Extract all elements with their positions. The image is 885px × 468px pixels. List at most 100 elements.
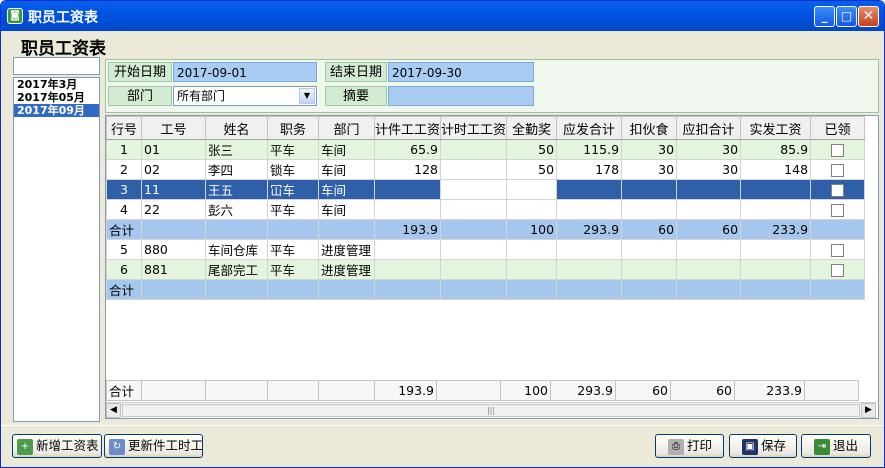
received-cell[interactable] (810, 259, 866, 280)
scroll-right-button[interactable]: ▶ (861, 403, 876, 418)
table-cell[interactable]: 100 (506, 219, 558, 240)
column-header[interactable]: 工号 (141, 116, 206, 140)
table-row[interactable]: 3 11 王五 冚车 车间 (106, 179, 866, 200)
dept-select[interactable]: 所有部门 ▼ (173, 86, 317, 106)
table-cell[interactable]: 车间 (318, 199, 375, 220)
table-cell[interactable]: 李四 (205, 159, 268, 180)
table-cell[interactable] (141, 219, 206, 240)
table-cell[interactable] (676, 239, 742, 260)
table-cell[interactable] (506, 279, 558, 300)
table-cell[interactable] (373, 259, 442, 280)
table-cell[interactable] (621, 199, 678, 220)
table-cell[interactable]: 平车 (267, 239, 319, 260)
table-cell[interactable]: 30 (676, 139, 742, 160)
table-cell[interactable]: 128 (373, 159, 442, 180)
summary-field[interactable] (388, 86, 534, 106)
received-checkbox[interactable] (831, 184, 845, 197)
table-cell[interactable] (440, 279, 508, 300)
table-cell[interactable] (373, 279, 442, 300)
table-cell[interactable]: 50 (506, 159, 558, 180)
table-cell[interactable]: 85.9 (740, 139, 812, 160)
table-cell[interactable]: 锁车 (267, 159, 319, 180)
table-cell[interactable] (440, 159, 508, 180)
received-cell[interactable] (810, 179, 866, 200)
table-cell[interactable]: 11 (141, 179, 206, 200)
column-header[interactable]: 应发合计 (556, 116, 623, 140)
table-cell[interactable]: 60 (676, 219, 742, 240)
table-cell[interactable]: 1 (106, 139, 142, 160)
table-cell[interactable]: 148 (740, 159, 812, 180)
scroll-thumb[interactable]: ||| (122, 404, 860, 417)
table-cell[interactable]: 车间 (318, 179, 375, 200)
received-checkbox[interactable] (831, 204, 845, 217)
received-cell[interactable] (810, 199, 866, 220)
table-cell[interactable]: 车间 (318, 159, 375, 180)
table-row[interactable]: 1 01 张三 平车 车间 65.9 50 115.9 30 30 85.9 (106, 139, 866, 160)
save-button[interactable]: ▣ 保存 (729, 434, 797, 458)
table-cell[interactable] (621, 279, 678, 300)
received-cell[interactable] (810, 239, 866, 260)
column-header[interactable]: 实发工资 (740, 116, 812, 140)
table-cell[interactable]: 65.9 (373, 139, 442, 160)
table-cell[interactable] (556, 199, 623, 220)
table-cell[interactable]: 193.9 (373, 219, 442, 240)
table-cell[interactable]: 合计 (106, 219, 142, 240)
table-cell[interactable]: 车间 (318, 139, 375, 160)
month-search-box[interactable] (13, 57, 100, 75)
add-salary-sheet-button[interactable]: + 新增工资表 (12, 434, 102, 458)
table-cell[interactable]: 30 (621, 159, 678, 180)
table-cell[interactable] (506, 179, 558, 200)
table-cell[interactable]: 进度管理 (318, 259, 375, 280)
table-cell[interactable] (318, 279, 375, 300)
column-header[interactable]: 已领 (810, 116, 866, 140)
table-cell[interactable] (676, 259, 742, 280)
table-cell[interactable] (621, 259, 678, 280)
received-cell[interactable] (810, 159, 866, 180)
table-cell[interactable]: 4 (106, 199, 142, 220)
table-cell[interactable] (506, 199, 558, 220)
table-cell[interactable]: 平车 (267, 259, 319, 280)
table-cell[interactable]: 合计 (106, 279, 142, 300)
update-piecework-button[interactable]: ↻ 更新件工时工 (104, 434, 203, 458)
table-cell[interactable] (440, 259, 508, 280)
table-cell[interactable] (556, 239, 623, 260)
table-row[interactable]: 6 881 尾部完工 平车 进度管理 (106, 259, 866, 280)
table-cell[interactable] (676, 199, 742, 220)
print-button[interactable]: ⎙ 打印 (655, 434, 724, 458)
table-cell[interactable] (740, 259, 812, 280)
month-item[interactable]: 2017年05月 (14, 91, 99, 104)
column-header[interactable]: 计时工工资 (440, 116, 508, 140)
received-checkbox[interactable] (831, 264, 845, 277)
table-cell[interactable] (373, 179, 442, 200)
table-cell[interactable]: 车间仓库 (205, 239, 268, 260)
end-date-field[interactable]: 2017-09-30 (388, 62, 534, 82)
table-cell[interactable] (318, 219, 375, 240)
close-button[interactable]: ✕ (858, 6, 879, 27)
received-checkbox[interactable] (831, 164, 845, 177)
table-cell[interactable] (621, 179, 678, 200)
received-cell[interactable] (810, 219, 866, 240)
maximize-button[interactable]: □ (836, 6, 857, 27)
table-cell[interactable] (205, 219, 268, 240)
table-cell[interactable] (740, 279, 812, 300)
column-header[interactable]: 姓名 (205, 116, 268, 140)
table-cell[interactable] (740, 199, 812, 220)
subtotal-row[interactable]: 合计 (106, 279, 866, 300)
table-cell[interactable] (141, 279, 206, 300)
table-cell[interactable]: 平车 (267, 199, 319, 220)
table-cell[interactable]: 02 (141, 159, 206, 180)
table-cell[interactable]: 冚车 (267, 179, 319, 200)
table-cell[interactable] (676, 179, 742, 200)
table-cell[interactable]: 王五 (205, 179, 268, 200)
table-cell[interactable] (440, 179, 508, 200)
table-cell[interactable] (556, 179, 623, 200)
received-cell[interactable] (810, 139, 866, 160)
table-cell[interactable] (676, 279, 742, 300)
table-row[interactable]: 5 880 车间仓库 平车 进度管理 (106, 239, 866, 260)
table-cell[interactable]: 30 (621, 139, 678, 160)
table-cell[interactable] (440, 239, 508, 260)
table-row[interactable]: 2 02 李四 锁车 车间 128 50 178 30 30 148 (106, 159, 866, 180)
column-header[interactable]: 职务 (267, 116, 319, 140)
minimize-button[interactable]: _ (814, 6, 835, 27)
table-cell[interactable]: 293.9 (556, 219, 623, 240)
